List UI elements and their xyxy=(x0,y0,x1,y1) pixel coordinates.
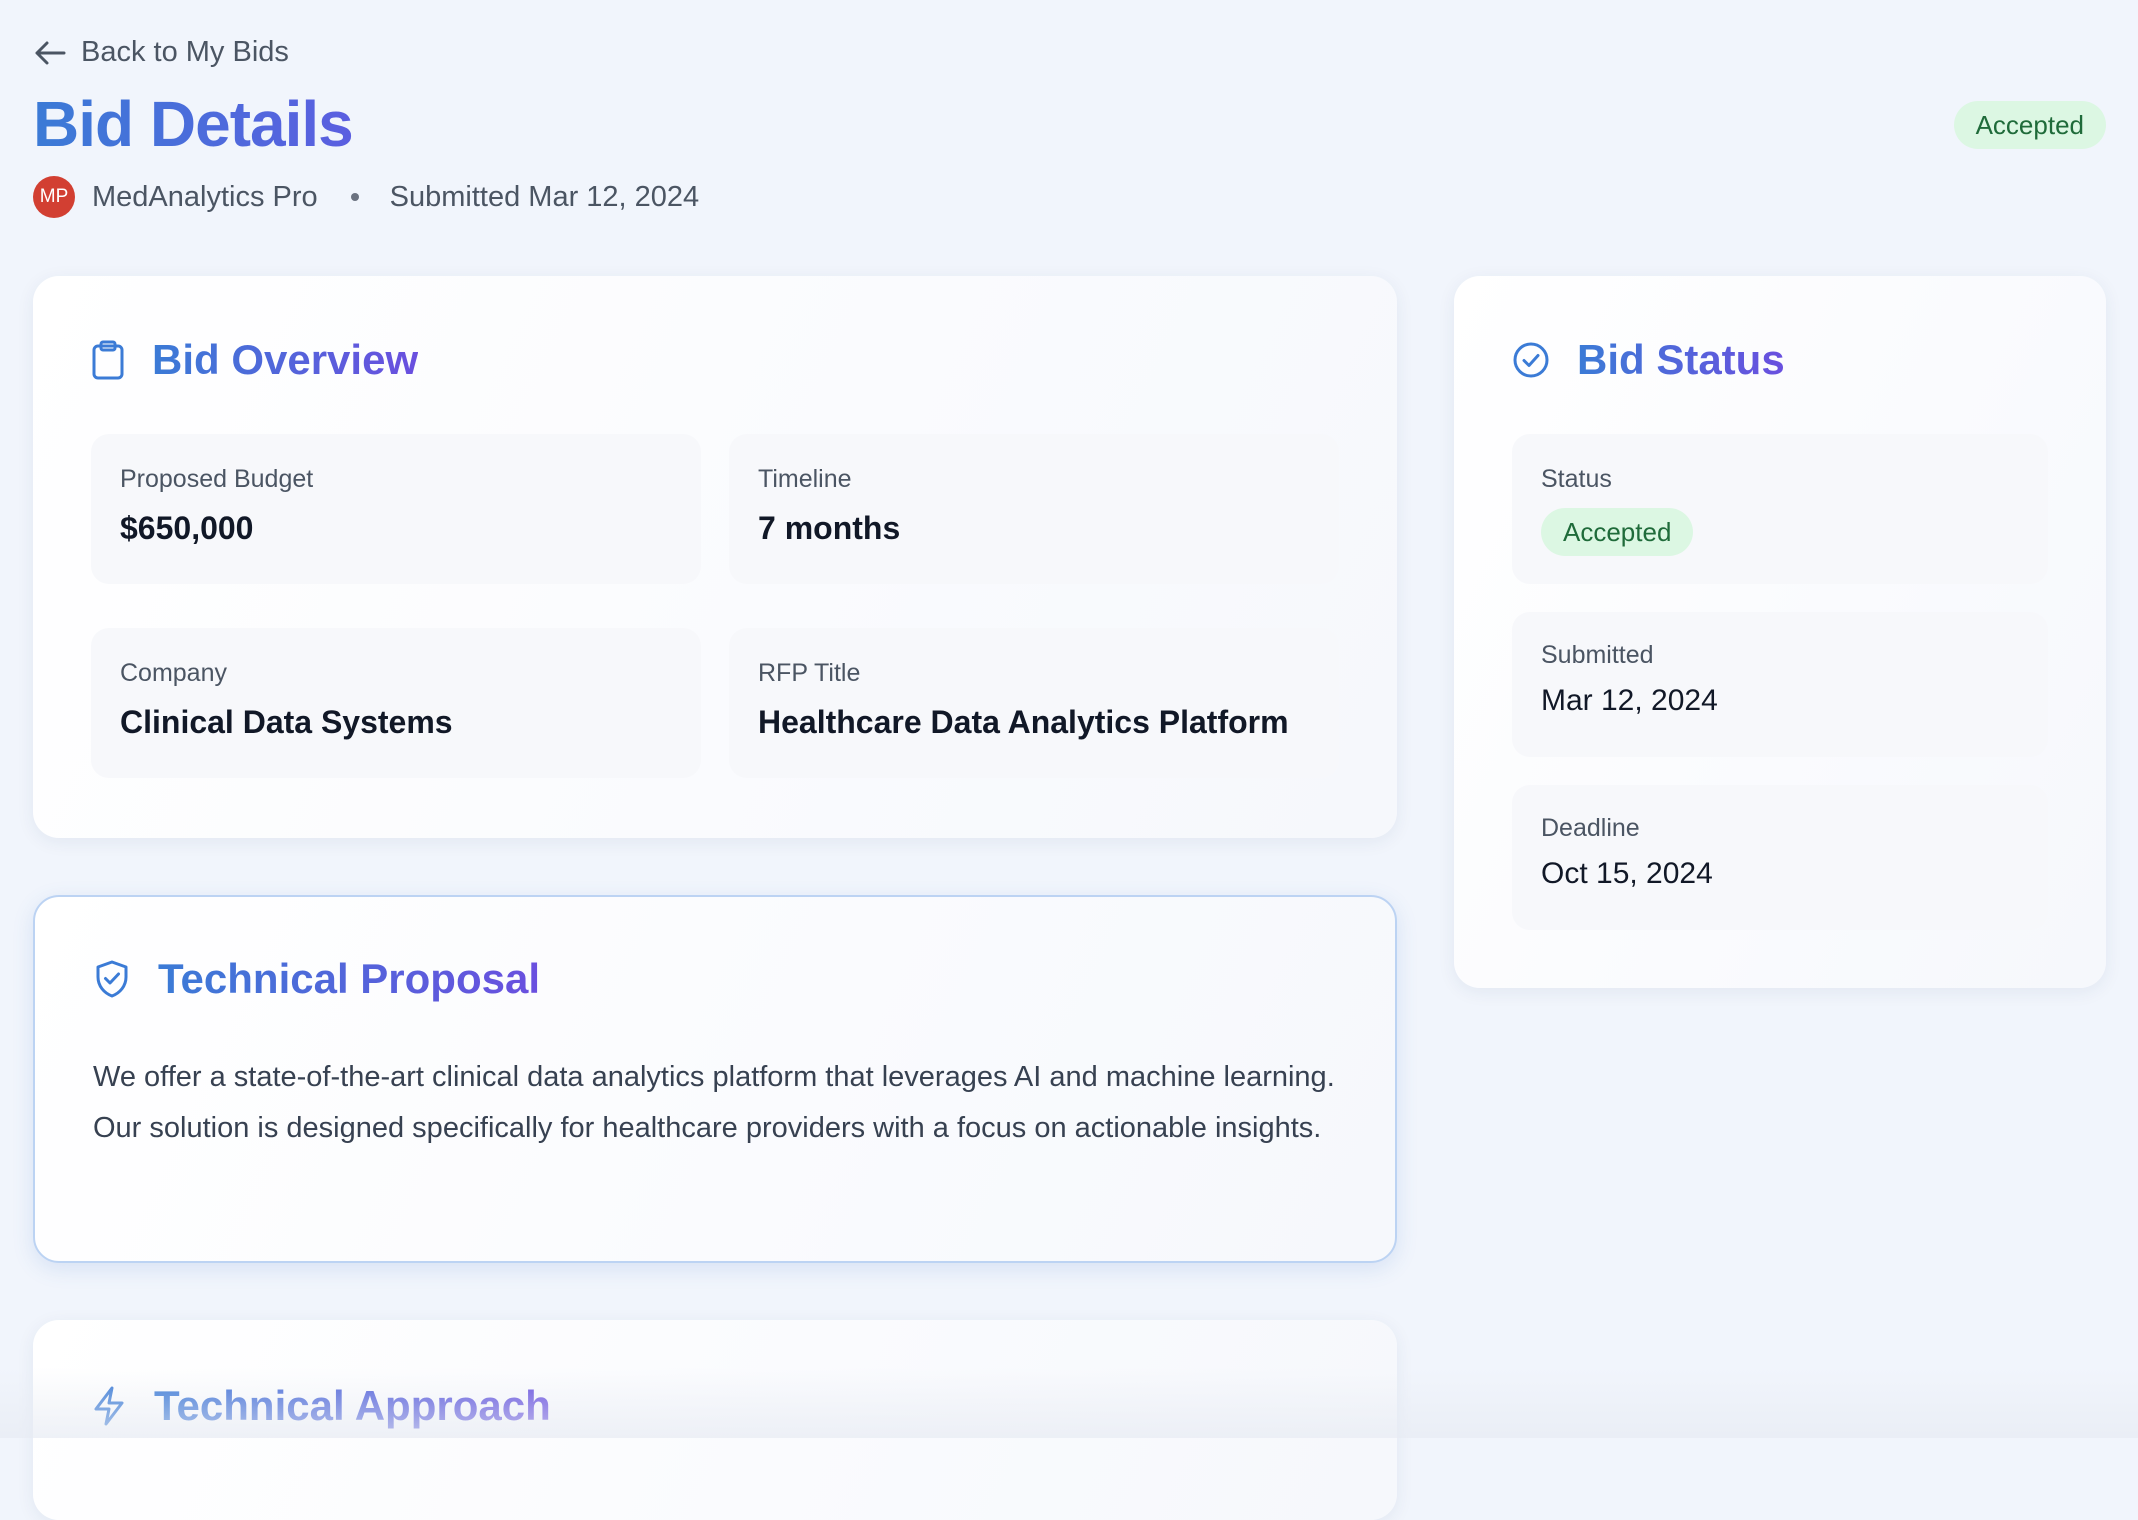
submitted-value: Mar 12, 2024 xyxy=(1541,684,1718,717)
technical-proposal-title: Technical Proposal xyxy=(158,955,540,1002)
field-rfp-title: RFP Title Healthcare Data Analytics Plat… xyxy=(729,628,1339,778)
deadline-label: Deadline xyxy=(1541,814,1640,842)
submitted-date: Submitted Mar 12, 2024 xyxy=(389,180,700,213)
submitted-label: Submitted xyxy=(1541,641,1654,669)
status-field: Status Accepted xyxy=(1512,434,2048,584)
field-label: Timeline xyxy=(758,465,852,493)
arrow-left-icon xyxy=(33,39,67,67)
technical-proposal-body: We offer a state-of-the-art clinical dat… xyxy=(93,1061,1335,1144)
bid-overview-heading: Bid Overview xyxy=(91,336,418,384)
field-value: 7 months xyxy=(758,510,901,546)
avatar: MP xyxy=(33,176,75,218)
bid-meta: MP MedAnalytics Pro Submitted Mar 12, 20… xyxy=(33,176,699,218)
technical-approach-card: Technical Approach xyxy=(33,1320,1397,1520)
field-value: Clinical Data Systems xyxy=(120,704,453,740)
separator-dot xyxy=(350,193,359,201)
bid-overview-card: Bid Overview Proposed Budget $650,000 Ti… xyxy=(33,276,1397,838)
back-to-bids-link[interactable]: Back to My Bids xyxy=(33,36,289,69)
page-title: Bid Details xyxy=(33,88,354,160)
technical-proposal-heading: Technical Proposal xyxy=(93,955,540,1003)
submitted-field: Submitted Mar 12, 2024 xyxy=(1512,612,2048,757)
field-value: Healthcare Data Analytics Platform xyxy=(758,704,1289,740)
clipboard-icon xyxy=(91,340,125,380)
field-value: $650,000 xyxy=(120,510,254,546)
bid-status-title: Bid Status xyxy=(1577,336,1785,383)
lightning-bolt-icon xyxy=(91,1385,127,1427)
bid-overview-title: Bid Overview xyxy=(152,336,419,383)
status-badge: Accepted xyxy=(1953,101,2106,149)
deadline-value: Oct 15, 2024 xyxy=(1541,857,1713,890)
field-timeline: Timeline 7 months xyxy=(729,434,1339,584)
technical-approach-title: Technical Approach xyxy=(154,1382,551,1429)
field-company: Company Clinical Data Systems xyxy=(91,628,701,778)
deadline-field: Deadline Oct 15, 2024 xyxy=(1512,785,2048,930)
bid-status-card: Bid Status Status Accepted Submitted Mar… xyxy=(1454,276,2106,988)
bid-status-heading: Bid Status xyxy=(1512,336,1785,384)
field-label: Proposed Budget xyxy=(120,465,314,493)
technical-proposal-card: Technical Proposal We offer a state-of-t… xyxy=(33,895,1397,1263)
status-label: Status xyxy=(1541,465,1612,493)
back-link-label: Back to My Bids xyxy=(81,36,289,68)
field-proposed-budget: Proposed Budget $650,000 xyxy=(91,434,701,584)
field-label: RFP Title xyxy=(758,659,861,687)
status-badge: Accepted xyxy=(1541,508,1694,556)
field-label: Company xyxy=(120,659,227,687)
shield-check-icon xyxy=(93,959,131,999)
technical-approach-heading: Technical Approach xyxy=(91,1382,551,1430)
bidder-name: MedAnalytics Pro xyxy=(92,180,318,213)
check-circle-icon xyxy=(1512,341,1550,379)
